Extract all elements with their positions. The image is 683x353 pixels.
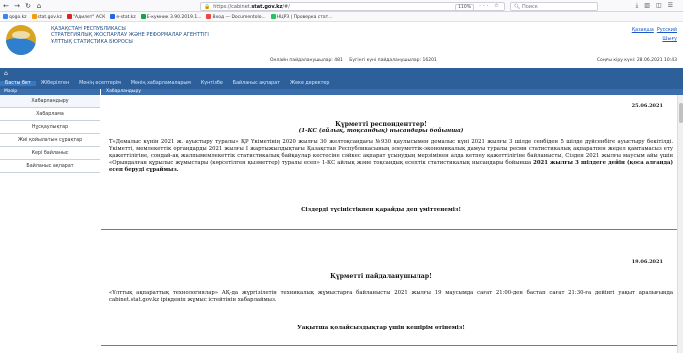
logout-link[interactable]: Шығу [662,37,677,42]
browser-search-input[interactable]: 🔍︎ Поиск [510,2,598,11]
nav-item[interactable]: Менің есептерім [74,81,126,86]
today-users: Бүгінгі күні пайдаланушылар: 16201 [349,58,437,63]
bookmarks-bar: qogo.kz stat.gov.kz "Адилет" АСК e-stat.kz E… [0,12,683,22]
reload-icon[interactable]: ↻ [23,1,33,11]
org-line-3: Ұлттық статистика бюросы [51,38,133,45]
bookmark-icon [110,13,116,19]
sidebar-item[interactable]: Жиі қойылатын сұрақтар [0,134,100,147]
url-prefix: https://cabinet. [213,3,252,10]
notice-2-date: 19.06.2021 [631,259,663,265]
notice-1-subtitle: (1-КС (айлық, тоқсандық) нысандары бойын… [298,128,464,134]
sidebar-item[interactable]: Хабарлама [0,108,100,121]
header-links: Қазақшa Русский Шығу [632,26,677,44]
organization-name: Қазақстан Республикасы Стратегиялық жосп… [51,26,209,45]
sidebar: Хабарландыру Хабарлама Нұсқаулықтар Жиі қой… [0,95,100,173]
divider [101,229,677,230]
divider [101,345,677,346]
scrollbar-thumb[interactable] [679,103,683,123]
url-bar[interactable]: 🔒 https://cabinet. stat.gov.kz/#/ 110% ··… [200,2,505,11]
bookmark-item[interactable]: НЦРЗ | Проверка стат... [270,13,333,20]
online-users: Онлайн пайдаланушылар: 481 [270,58,343,63]
browser-toolbar: ← → ↻ ⌂ 🔒 https://cabinet. stat.gov.kz/#/… [0,0,683,12]
bookmark-item[interactable]: "Адилет" АСК [66,13,106,20]
bookmark-item[interactable]: Вход — Documentolo... [206,13,266,20]
notice-2-title: Құрметті пайдаланушылар! [330,273,432,280]
bookmark-label: qogo.kz [9,14,27,20]
sidebar-item[interactable]: Нұсқаулықтар [0,121,100,134]
bookmark-label: e-stat.kz [116,14,136,20]
home-icon[interactable]: ⌂ [4,70,8,77]
search-icon: 🔍︎ [514,3,522,10]
nav-item[interactable]: Басты бет [0,81,36,86]
scrollbar[interactable] [677,95,683,353]
sidebar-item[interactable]: Кері байланыс [0,147,100,160]
sidebar-item[interactable]: Байланыс ақпарат [0,160,100,173]
nav-item[interactable]: Байланыс ақпарат [228,81,285,86]
nav-item[interactable]: Күнтізбе [196,81,228,86]
notice-1-date: 25.06.2021 [631,103,663,109]
search-placeholder: Поиск [521,3,538,10]
nav-item[interactable]: Жіберілген [36,81,74,86]
home-browser-icon[interactable]: ⌂ [34,1,44,11]
browser-extension-icons[interactable]: ⤓▥◫☰ [636,2,679,10]
bookmark-label: НЦРЗ | Проверка стат... [276,14,333,20]
nav-item[interactable]: Жеке деректер [285,81,334,86]
language-russian-link[interactable]: Русский [657,28,677,33]
last-login-date: Соңғы кіру күні: 28.06.2021 10:43 [596,58,677,63]
notice-1-closing: Сіздерді түсіністікпен қарайды деп үмітт… [301,207,461,213]
agency-logo-icon [6,25,36,55]
bookmark-icon [66,13,72,19]
bookmark-icon [270,13,276,19]
sidebar-item[interactable]: Хабарландыру [0,95,100,108]
forward-icon[interactable]: → [12,1,22,11]
bookmark-label: "Адилет" АСК [72,14,106,20]
bookmark-item[interactable]: E-кумник 3.90.2019.1... [140,13,202,20]
notice-2-closing: Уақытша қолайсыздықтар үшін кешірім өтін… [297,325,465,331]
bookmark-label: E-кумник 3.90.2019.1... [146,14,202,20]
main-nav: ⌂ Басты бет Жіберілген Менің есептерім Мені… [0,68,683,89]
site-header: Қазақстан Республикасы Стратегиялық жосп… [0,22,683,68]
back-icon[interactable]: ← [1,1,11,11]
url-domain: stat.gov.kz [251,3,283,10]
notice-1-body: Т«Демалыс күнін 2021 ж. ауыстыру туралы»… [109,139,673,174]
page-actions-icon[interactable]: ··· ☆ [479,3,501,9]
nav-item[interactable]: Менің хабарламаларым [126,81,196,86]
notice-2-body: «Ұлттық ақпараттық технологиялар» АҚ-да … [109,290,673,303]
bookmark-icon [206,13,212,19]
main-panel: 25.06.2021 Құрметті респонденттер! (1-КС… [101,95,677,353]
bookmark-label: Вход — Documentolo... [212,14,266,20]
language-kazakh-link[interactable]: Қазақшa [632,28,654,33]
bookmark-label: stat.gov.kz [37,14,62,20]
org-line-2: Стратегиялық жоспарлау және реформалар а… [51,32,209,39]
bookmark-icon [140,13,146,19]
url-suffix: /#/ [282,3,290,10]
bookmark-item[interactable]: qogo.kz [3,13,27,20]
user-counters: Онлайн пайдаланушылар: 481 Бүгінгі күні … [270,58,442,63]
notice-1-title: Құрметті респонденттер! [335,121,427,128]
zoom-level[interactable]: 110% [455,4,474,11]
bookmark-icon [31,13,37,19]
lock-icon: 🔒 [204,3,211,10]
bookmark-icon [3,13,8,19]
nav-menu: Басты бет Жіберілген Менің есептерім Менің … [0,81,334,86]
bookmark-item[interactable]: e-stat.kz [110,13,136,20]
bookmark-item[interactable]: stat.gov.kz [31,13,62,20]
